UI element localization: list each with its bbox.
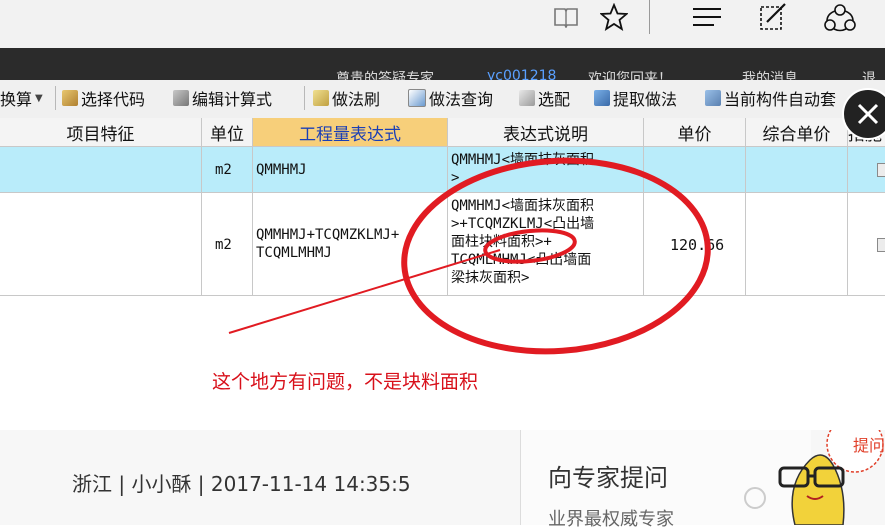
mascot-badge-text: 提问 [853, 436, 885, 455]
annotation-arrow-line [228, 249, 501, 334]
annotation-small-circle [483, 228, 577, 264]
web-note-icon[interactable] [757, 2, 789, 32]
browser-toolbar [0, 0, 885, 48]
close-button[interactable] [842, 88, 885, 140]
favorite-star-icon[interactable] [598, 2, 630, 32]
reading-view-icon[interactable] [551, 2, 581, 32]
post-meta: 浙江 | 小小酥 | 2017-11-14 14:35:5 [72, 472, 411, 496]
ask-expert-title[interactable]: 向专家提问 [548, 458, 668, 493]
mascot-image: 提问 [735, 415, 885, 526]
question-screenshot: 换算 ▼ 选择代码 编辑计算式 做法刷 做法查询 选配 提取做法 当前构件自动套… [0, 80, 885, 430]
close-icon [857, 103, 879, 125]
annotation-text: 这个地方有问题，不是块料面积 [212, 371, 479, 393]
ask-expert-subtitle: 业界最权威专家 [548, 509, 674, 530]
hub-icon[interactable] [690, 2, 724, 32]
share-icon[interactable] [823, 2, 857, 32]
toolbar-divider [649, 0, 650, 34]
